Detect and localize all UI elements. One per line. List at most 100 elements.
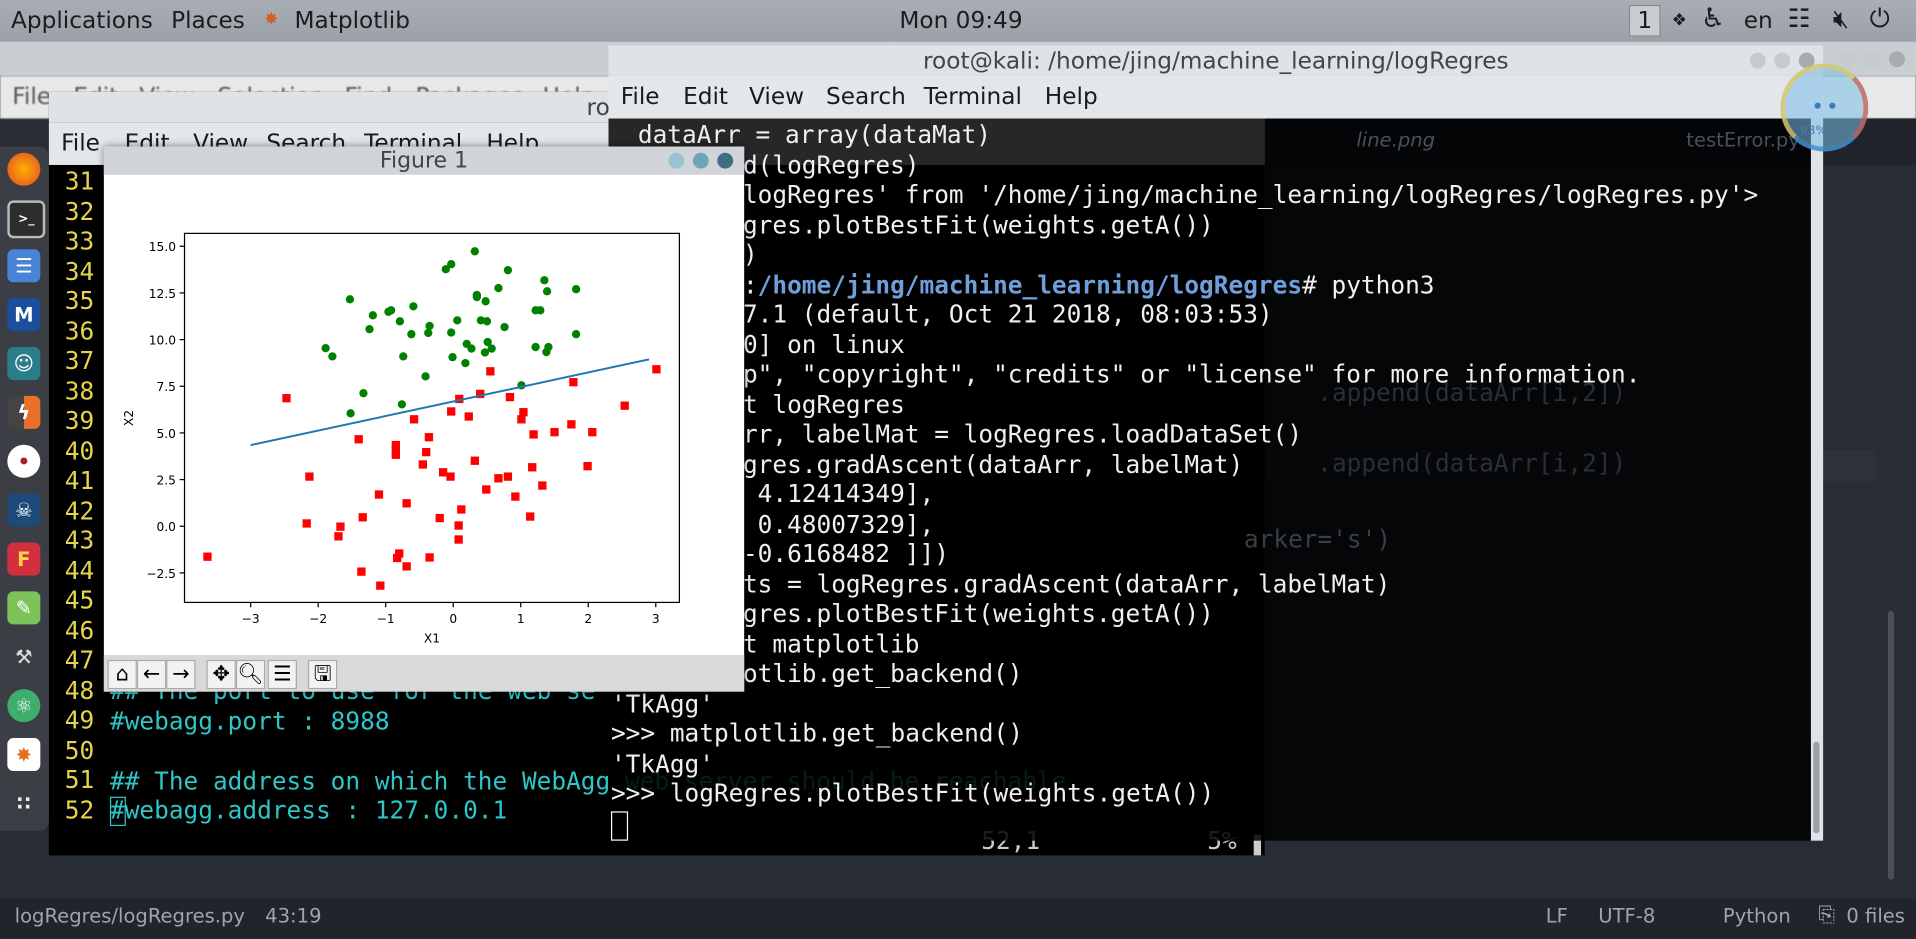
arrow-left-icon: ←: [142, 662, 161, 687]
keyboard-layout[interactable]: en: [1744, 7, 1773, 34]
terminal-line: 0] on linux: [742, 329, 905, 359]
places-menu[interactable]: Places: [171, 7, 245, 34]
class-0-point: [393, 553, 402, 563]
class-0-point: [435, 513, 444, 523]
beef-icon[interactable]: ☠: [7, 493, 41, 527]
applications-menu[interactable]: Applications: [11, 7, 153, 34]
bg-maximize-button[interactable]: [1864, 51, 1881, 68]
file-manager-icon[interactable]: ☰: [7, 249, 41, 283]
back-button[interactable]: ←: [136, 659, 167, 690]
armitage-icon[interactable]: ☺: [7, 347, 41, 381]
configure-subplots-button[interactable]: ☰: [267, 659, 297, 690]
vim-line-52: #webagg.address : 127.0.0.1: [109, 795, 508, 825]
class-1-point: [503, 266, 513, 275]
y-tick-label: 0.0: [157, 520, 176, 534]
figure-close-button[interactable]: [717, 152, 734, 169]
terminal-icon[interactable]: >_: [7, 200, 46, 239]
active-app-name[interactable]: Matplotlib: [294, 7, 410, 34]
class-1-point: [345, 295, 355, 304]
class-1-point: [500, 322, 509, 332]
y-tick-label: 15.0: [149, 240, 176, 254]
class-0-point: [374, 490, 384, 499]
class-0-point: [438, 468, 448, 477]
atom-scrollbar[interactable]: [1887, 610, 1895, 880]
status-file-path[interactable]: logRegres/logRegres.py: [15, 904, 245, 927]
matplotlib-icon[interactable]: ✸: [7, 738, 41, 772]
firefox-icon[interactable]: [7, 152, 41, 186]
file-diff-icon: ⎘: [1818, 903, 1835, 928]
class-0-point: [494, 474, 503, 483]
vim-line-number: 49: [64, 705, 95, 735]
metasploit-icon[interactable]: M: [7, 298, 41, 332]
class-0-point: [620, 401, 629, 410]
figure-maximize-button[interactable]: [692, 152, 709, 169]
status-encoding[interactable]: UTF-8: [1598, 904, 1655, 927]
class-0-point: [505, 392, 515, 402]
status-grammar[interactable]: Python: [1723, 904, 1791, 927]
accessibility-icon[interactable]: ♿︎: [1701, 4, 1725, 35]
class-0-point: [409, 415, 419, 424]
vim-line-number: 47: [64, 645, 95, 675]
faraday-icon[interactable]: F: [7, 542, 41, 576]
clock[interactable]: Mon 09:49: [899, 7, 1022, 34]
desktop: File Edit View Selection Find Packages H…: [0, 0, 1916, 939]
terminal-scrollbar-track: [1810, 118, 1824, 841]
class-1-point: [447, 260, 456, 269]
atom-menu-file[interactable]: File: [12, 83, 51, 110]
leafpad-icon[interactable]: ✎: [7, 591, 41, 625]
status-line-ending[interactable]: LF: [1546, 904, 1568, 927]
terminal-menu-help[interactable]: Help: [1045, 83, 1098, 110]
terminal-menu-edit[interactable]: Edit: [683, 83, 728, 110]
workspace-indicator[interactable]: 1: [1628, 4, 1661, 37]
vim-menu-file[interactable]: File: [61, 130, 100, 157]
class-0-point: [528, 463, 537, 472]
status-files[interactable]: 0 files: [1846, 904, 1905, 927]
class-1-point: [536, 306, 545, 315]
class-1-point: [494, 283, 503, 293]
terminal-line: 0.48007329],: [742, 508, 935, 539]
class-0-point: [583, 462, 592, 471]
terminal-scrollbar[interactable]: [1813, 741, 1820, 834]
save-button[interactable]: 🖫︎: [307, 659, 338, 690]
class-0-point: [358, 513, 367, 522]
terminal-menu-view[interactable]: View: [749, 83, 804, 110]
class-1-point: [425, 321, 434, 331]
terminal-line: otlib.get_backend(): [742, 658, 1023, 688]
terminal-line: p", "copyright", "credits" or "license" …: [742, 359, 1641, 389]
class-1-point: [368, 311, 378, 320]
scatter-plot[interactable]: −3 −2 −1 0 1 2 3 −2.5 0.0 2.5 5.0 7.5 10.0 12.5 15.0 X1…: [104, 175, 744, 655]
maltego-icon[interactable]: •: [7, 444, 41, 478]
pan-button[interactable]: ✥: [206, 659, 236, 690]
atom-icon[interactable]: ⚛: [7, 689, 41, 723]
volume-muted-icon[interactable]: 🔇︎: [1833, 4, 1849, 35]
bg-close-button[interactable]: [1889, 51, 1906, 68]
notification-icon[interactable]: ❖: [1672, 11, 1687, 31]
terminal-line: :/home/jing/machine_learning/logRegres# …: [609, 269, 1759, 299]
status-cursor-position[interactable]: 43:19: [265, 904, 321, 927]
terminal-menu-search[interactable]: Search: [826, 83, 906, 110]
power-icon[interactable]: ⏻: [1870, 4, 1890, 35]
forward-button[interactable]: →: [166, 659, 196, 690]
zoom-button[interactable]: 🔍︎: [235, 659, 266, 690]
home-icon: ⌂: [115, 662, 129, 687]
terminal-content[interactable]: .append(dataArr[i,2]) .append(dataArr[i,…: [608, 118, 1811, 841]
atom-tab-testerror[interactable]: testError.py: [1686, 128, 1800, 151]
class-1-point: [461, 358, 470, 368]
bg-minimize-button[interactable]: [1840, 51, 1857, 68]
terminal-menu-file[interactable]: File: [621, 83, 660, 110]
network-icon[interactable]: ☷: [1788, 4, 1811, 33]
show-apps-grid-icon[interactable]: ∷: [7, 787, 40, 820]
atom-tab-line-png[interactable]: line.png: [1356, 128, 1435, 151]
burpsuite-icon[interactable]: ϟ: [7, 395, 41, 429]
prompt-prefix: :: [742, 269, 758, 299]
magnifier-icon: 🔍︎: [237, 662, 264, 687]
floppy-disk-icon: 🖫︎: [313, 662, 332, 687]
figure-minimize-button[interactable]: [668, 152, 685, 169]
figure-titlebar[interactable]: Figure 1: [103, 146, 745, 175]
home-button[interactable]: ⌂: [107, 659, 137, 690]
vim-line-number: 36: [64, 315, 95, 346]
net-speed-widget[interactable]: 93%: [1780, 63, 1869, 152]
terminal-titlebar[interactable]: root@kali: /home/jing/machine_learning/l…: [608, 45, 1824, 76]
settings-tools-icon[interactable]: ⚒: [7, 640, 40, 673]
terminal-menu-terminal[interactable]: Terminal: [924, 83, 1022, 110]
